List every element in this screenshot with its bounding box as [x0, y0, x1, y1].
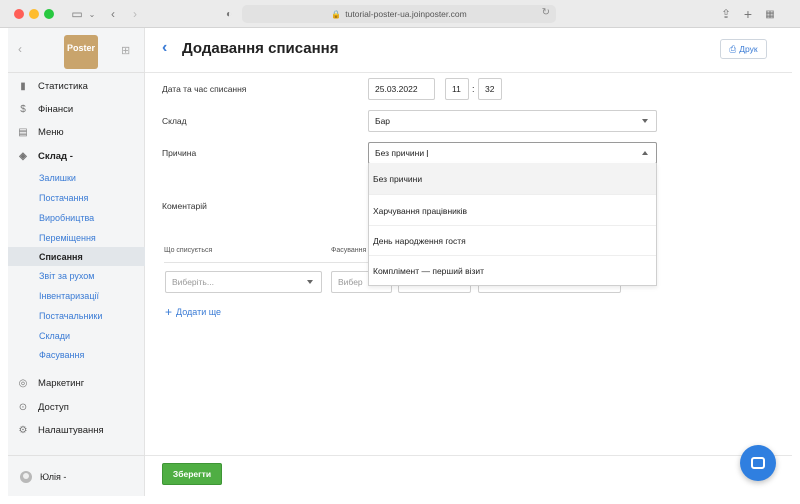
chat-icon — [751, 457, 765, 469]
avatar — [20, 471, 32, 483]
forward-arrow-icon[interactable]: › — [128, 6, 142, 22]
sidebar-toggle-icon[interactable]: ▭ — [68, 6, 86, 22]
sidebar-subitem-production[interactable]: Виробництва — [8, 208, 145, 227]
url-text: tutorial-poster-ua.joinposter.com — [345, 9, 467, 19]
caret-up-icon — [642, 151, 648, 155]
divider — [8, 72, 145, 73]
sidebar-item-warehouse[interactable]: ◈ Склад - — [8, 146, 145, 166]
layers-icon: ◈ — [19, 150, 27, 162]
print-label: Друк — [739, 44, 758, 54]
column-header-item: Що списується — [164, 247, 213, 254]
sidebar-subitem-packaging[interactable]: Фасування — [8, 345, 145, 364]
reason-select[interactable]: Без причини — [368, 142, 657, 164]
close-window-button[interactable] — [14, 9, 24, 19]
hour-input[interactable]: 11 — [445, 78, 469, 100]
date-input[interactable]: 25.03.2022 — [368, 78, 435, 100]
sidebar-item-label: Меню — [38, 126, 64, 138]
sidebar-subitem-movement-report[interactable]: Звіт за рухом — [8, 266, 145, 285]
sidebar-item-label: Фінанси — [38, 103, 74, 115]
reason-value: Без причини — [375, 148, 425, 158]
sidebar-subitem-inventory[interactable]: Інвентаризації — [8, 286, 145, 305]
time-separator: : — [472, 84, 475, 94]
minimize-window-button[interactable] — [29, 9, 39, 19]
share-icon[interactable]: ⇪ — [719, 6, 733, 22]
divider — [145, 455, 792, 456]
printer-icon: ⎙ — [729, 43, 737, 54]
chevron-down-icon[interactable]: ⌄ — [87, 6, 97, 22]
sidebar-item-access[interactable]: ⊙ Доступ — [8, 397, 145, 417]
sidebar-item-finance[interactable]: $ Фінанси — [8, 99, 145, 119]
sidebar-item-label: Налаштування — [38, 424, 104, 436]
page-title: Додавання списання — [182, 40, 339, 57]
sidebar-item-statistics[interactable]: ▮ Статистика — [8, 76, 145, 96]
poster-logo[interactable]: Poster — [64, 35, 98, 69]
sidebar-item-label: Статистика — [38, 80, 88, 92]
sidebar-item-settings[interactable]: ⚙ Налаштування — [8, 420, 145, 440]
text-cursor-icon: I — [426, 149, 429, 160]
back-arrow-icon[interactable]: ‹ — [106, 6, 120, 22]
apps-grid-icon[interactable]: ⊞ — [121, 44, 130, 57]
lock-icon: 🔒 — [331, 9, 342, 19]
warehouse-value: Бар — [375, 116, 391, 126]
warehouse-select[interactable]: Бар — [368, 110, 657, 132]
privacy-shield-icon[interactable]: ◐ — [222, 6, 236, 22]
document-icon: ▤ — [18, 126, 28, 138]
reason-label: Причина — [162, 148, 197, 158]
caret-down-icon — [307, 280, 313, 284]
warehouse-label: Склад — [162, 116, 187, 126]
plus-icon: + — [165, 305, 173, 319]
sidebar-header: ‹ Poster ⊞ — [8, 28, 144, 72]
caret-down-icon — [642, 119, 648, 123]
add-more-label: Додати ще — [176, 307, 222, 317]
sidebar-item-marketing[interactable]: ◎ Маркетинг — [8, 373, 145, 393]
sidebar-subitem-writeoffs[interactable]: Списання — [8, 247, 145, 266]
maximize-window-button[interactable] — [44, 9, 54, 19]
column-header-packaging: Фасування — [331, 247, 367, 254]
divider — [8, 455, 145, 456]
bar-chart-icon: ▮ — [20, 80, 26, 92]
user-menu[interactable]: Юлія - — [8, 466, 145, 488]
minute-input[interactable]: 32 — [478, 78, 502, 100]
chat-button[interactable] — [740, 445, 776, 481]
tab-overview-icon[interactable]: ▦ — [763, 6, 777, 22]
reason-option[interactable]: Без причини — [369, 163, 656, 194]
sidebar-subitem-transfers[interactable]: Переміщення — [8, 228, 145, 247]
gear-icon: ⚙ — [18, 424, 28, 436]
sidebar-item-label: Склад - — [38, 150, 73, 162]
dollar-icon: $ — [20, 103, 26, 115]
browser-toolbar: ▭ ⌄ ‹ › ◐ 🔒 tutorial-poster-ua.joinposte… — [0, 0, 800, 28]
sidebar: ‹ Poster ⊞ ▮ Статистика $ Фінанси ▤ Меню… — [8, 28, 145, 496]
reason-option[interactable]: Харчування працівників — [369, 195, 656, 226]
sidebar-subitem-supplies[interactable]: Постачання — [8, 188, 145, 207]
sidebar-subitem-suppliers[interactable]: Постачальники — [8, 306, 145, 325]
reload-icon[interactable]: ↻ — [542, 7, 550, 18]
reason-option[interactable]: День народження гостя — [369, 225, 656, 256]
item-placeholder: Виберіть... — [172, 277, 214, 287]
new-tab-icon[interactable]: + — [741, 6, 755, 22]
sidebar-subitem-warehouses[interactable]: Склади — [8, 326, 145, 345]
comment-label: Коментарій — [162, 201, 207, 211]
logo-text: Poster — [66, 43, 95, 53]
address-bar[interactable]: 🔒 tutorial-poster-ua.joinposter.com ↻ — [242, 5, 556, 23]
sidebar-item-label: Доступ — [38, 401, 69, 413]
packaging-placeholder: Вибер — [338, 277, 363, 287]
lock-icon: ⊙ — [18, 401, 28, 413]
item-select[interactable]: Виберіть... — [165, 271, 322, 293]
sidebar-item-label: Маркетинг — [38, 377, 85, 389]
user-name: Юлія - — [40, 472, 67, 482]
add-more-link[interactable]: + Додати ще — [165, 305, 221, 319]
divider — [145, 72, 792, 73]
reason-dropdown-list: Без причини Харчування працівників День … — [368, 163, 657, 286]
date-label: Дата та час списання — [162, 84, 247, 94]
marketing-icon: ◎ — [18, 377, 28, 389]
sidebar-subitem-stock[interactable]: Залишки — [8, 168, 145, 187]
reason-option[interactable]: Комплімент — перший візит — [369, 255, 656, 286]
collapse-sidebar-icon[interactable]: ‹ — [18, 42, 22, 56]
sidebar-item-menu[interactable]: ▤ Меню — [8, 122, 145, 142]
print-button[interactable]: ⎙ Друк — [720, 39, 767, 59]
save-button[interactable]: Зберегти — [162, 463, 222, 485]
back-icon[interactable]: ‹ — [162, 39, 167, 57]
